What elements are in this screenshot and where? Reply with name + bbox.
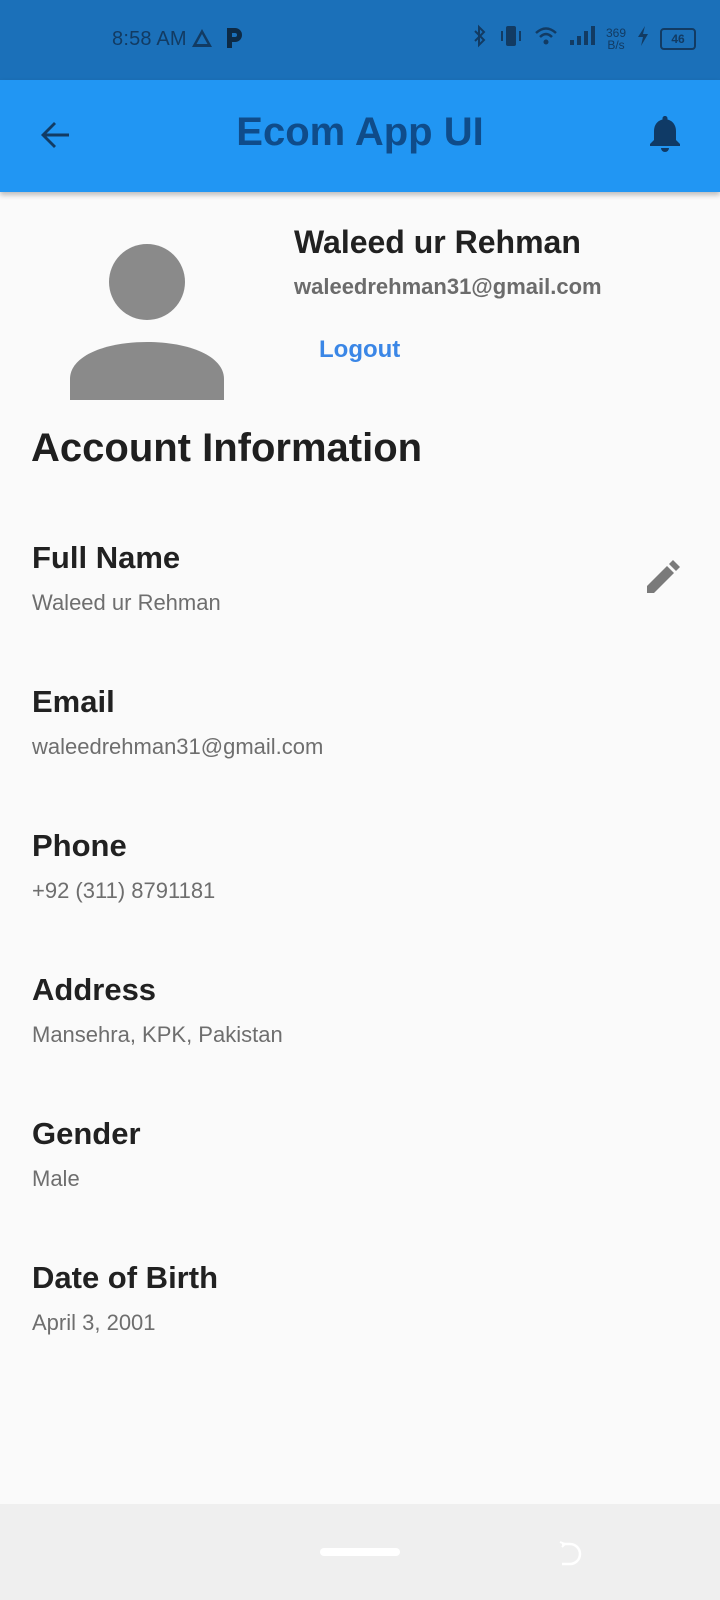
p-app-icon <box>224 26 244 55</box>
signal-icon <box>568 25 596 52</box>
app-title: Ecom App UI <box>236 110 484 154</box>
profile-email: waleedrehman31@gmail.com <box>294 274 602 299</box>
triangle-icon <box>190 27 214 54</box>
info-label: Full Name <box>32 540 181 575</box>
info-item-gender: Gender Male <box>32 1112 692 1256</box>
person-avatar-icon <box>70 244 224 400</box>
info-label: Email <box>32 684 115 719</box>
info-value: +92 (311) 8791181 <box>32 878 216 903</box>
info-label: Gender <box>32 1116 141 1151</box>
system-nav-bar <box>0 1504 720 1600</box>
status-left-icons <box>190 26 244 55</box>
info-label: Address <box>32 972 157 1007</box>
battery-icon: 46 <box>660 27 696 50</box>
info-label: Date of Birth <box>32 1260 218 1295</box>
charging-icon <box>636 25 650 52</box>
net-speed: 369 B/s <box>606 27 626 51</box>
pencil-edit-icon <box>645 557 683 600</box>
status-right-icons: 369 B/s 46 <box>472 24 696 53</box>
info-value: April 3, 2001 <box>32 1310 156 1335</box>
logout-button[interactable]: Logout <box>319 336 400 364</box>
info-item-date-of-birth: Date of Birth April 3, 2001 <box>32 1256 692 1400</box>
vibrate-icon <box>498 24 524 53</box>
edit-button[interactable] <box>642 556 686 600</box>
info-item-full-name: Full Name Waleed ur Rehman <box>32 536 692 680</box>
account-info-list: Full Name Waleed ur Rehman Email waleedr… <box>32 536 692 1400</box>
info-item-address: Address Mansehra, KPK, Pakistan <box>32 968 692 1112</box>
status-bar: 8:58 AM 369 B/s 46 <box>0 0 720 80</box>
back-gesture-icon[interactable] <box>556 1538 588 1570</box>
info-item-email: Email waleedrehman31@gmail.com <box>32 680 692 824</box>
bluetooth-icon <box>472 24 488 53</box>
profile-name: Waleed ur Rehman <box>294 224 581 260</box>
home-pill[interactable] <box>320 1548 400 1556</box>
info-value: Male <box>32 1166 80 1191</box>
net-speed-value: 369 <box>605 25 626 40</box>
net-speed-unit: B/s <box>607 37 625 52</box>
app-bar: Ecom App UI <box>0 80 720 192</box>
info-item-phone: Phone +92 (311) 8791181 <box>32 824 692 968</box>
section-title: Account Information <box>31 426 423 470</box>
info-value: Mansehra, KPK, Pakistan <box>32 1022 283 1047</box>
battery-level: 46 <box>660 27 696 50</box>
notification-bell-icon <box>647 113 683 158</box>
notification-button[interactable] <box>640 110 690 160</box>
info-value: Waleed ur Rehman <box>32 590 221 615</box>
profile-screen: 8:58 AM 369 B/s 46 Ecom App UI Waleed ur… <box>0 0 720 1600</box>
info-label: Phone <box>32 828 127 863</box>
status-time: 8:58 AM <box>112 28 187 50</box>
wifi-icon <box>534 25 558 52</box>
info-value: waleedrehman31@gmail.com <box>32 734 324 759</box>
